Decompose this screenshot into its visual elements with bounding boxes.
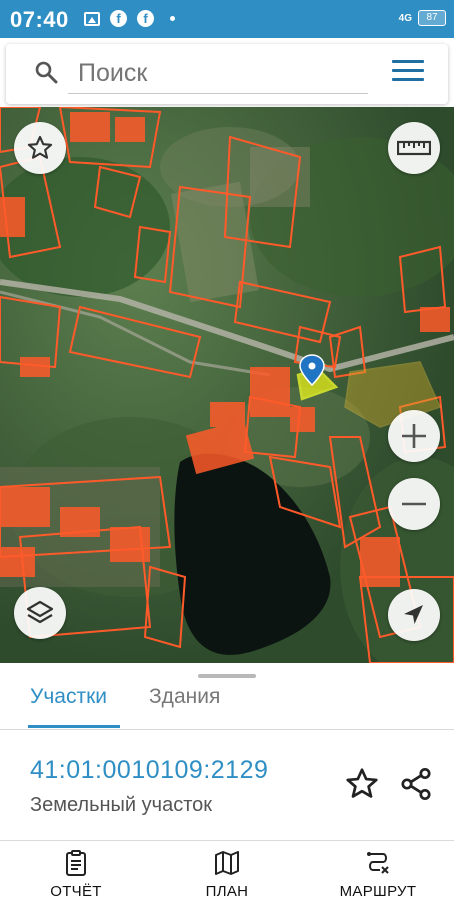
facebook-icon: f	[110, 10, 127, 27]
layers-icon	[26, 600, 54, 624]
hamburger-menu-icon[interactable]	[392, 60, 424, 86]
nav-report-label: ОТЧЁТ	[50, 883, 102, 900]
report-icon	[66, 850, 86, 876]
locate-button[interactable]	[388, 589, 440, 641]
search-input[interactable]	[68, 54, 368, 94]
nav-plan-label: ПЛАН	[205, 883, 249, 900]
divider	[0, 729, 454, 730]
tab-parcels[interactable]: Участки	[30, 685, 107, 709]
ruler-button[interactable]	[388, 122, 440, 174]
bottom-navigation: ОТЧЁТ ПЛАН МАРШРУТ	[0, 840, 454, 910]
share-icon[interactable]	[398, 766, 434, 802]
search-icon[interactable]	[34, 60, 58, 84]
satellite-map[interactable]	[0, 107, 454, 663]
bottom-sheet-tabs: Участки Здания	[0, 663, 454, 729]
notification-icons: f f	[84, 10, 175, 27]
parcel-cadastral-number[interactable]: 41:01:0010109:2129	[30, 756, 268, 785]
dot-icon	[170, 16, 175, 21]
active-tab-indicator	[28, 725, 120, 728]
locate-icon	[404, 605, 423, 624]
system-icons: 4G 87	[399, 10, 446, 26]
status-time: 07:40	[10, 7, 69, 32]
sheet-drag-handle[interactable]	[198, 674, 256, 678]
zoom-in-button[interactable]	[388, 410, 440, 462]
zoom-out-icon	[402, 502, 426, 506]
signal-icon: 4G	[398, 12, 412, 24]
nav-route[interactable]: МАРШРУТ	[323, 849, 433, 900]
status-bar: 07:40 f f 4G 87	[0, 0, 454, 38]
star-icon	[27, 135, 53, 159]
star-icon[interactable]	[344, 766, 380, 802]
map-canvas[interactable]	[0, 107, 454, 663]
gallery-icon	[84, 11, 100, 26]
nav-plan[interactable]: ПЛАН	[172, 849, 282, 900]
battery-icon: 87	[418, 10, 446, 26]
zoom-out-button[interactable]	[388, 478, 440, 530]
tab-buildings[interactable]: Здания	[149, 685, 220, 709]
facebook-icon: f	[137, 10, 154, 27]
route-icon	[367, 852, 389, 874]
layers-button[interactable]	[14, 587, 66, 639]
favorites-star-button[interactable]	[14, 122, 66, 174]
ruler-icon	[397, 140, 431, 156]
map-plan-icon	[215, 851, 239, 875]
parcel-type: Земельный участок	[30, 794, 213, 816]
zoom-in-icon	[402, 424, 426, 448]
nav-route-label: МАРШРУТ	[339, 883, 417, 900]
search-bar	[6, 44, 448, 104]
nav-report[interactable]: ОТЧЁТ	[21, 849, 131, 900]
